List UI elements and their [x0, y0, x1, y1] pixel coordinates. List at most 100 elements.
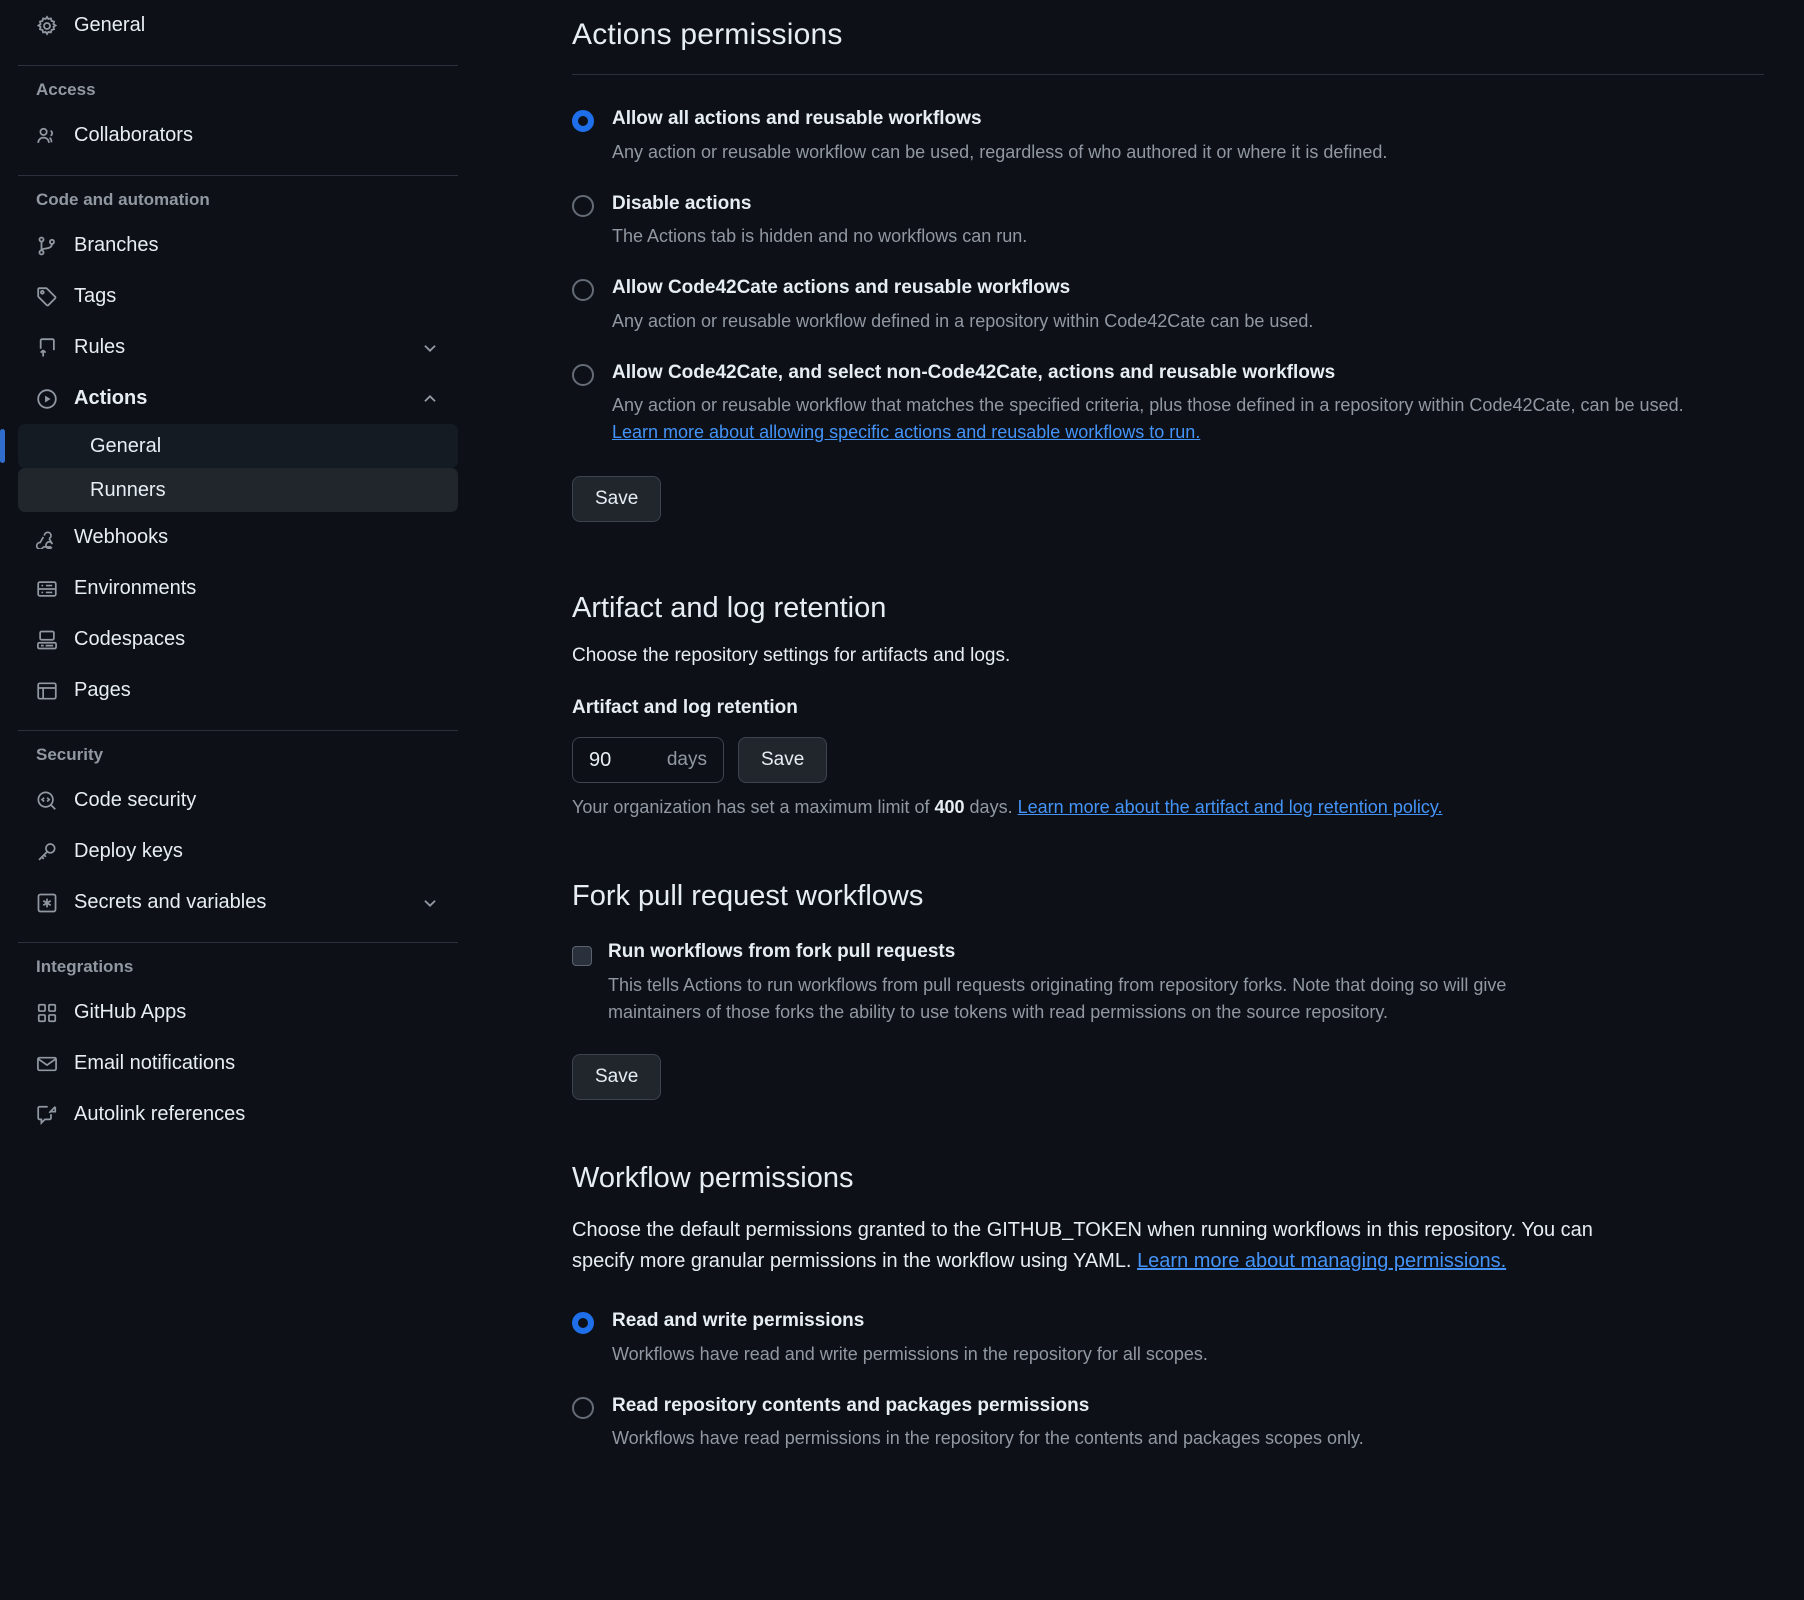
learn-more-retention-policy-link[interactable]: Learn more about the artifact and log re… [1018, 797, 1443, 817]
radio-option-read-write[interactable]: Read and write permissions Workflows hav… [572, 1307, 1764, 1368]
learn-more-managing-permissions-link[interactable]: Learn more about managing permissions. [1137, 1250, 1506, 1272]
sidebar-item-label: Actions [74, 387, 404, 410]
play-circle-icon [36, 388, 58, 410]
gear-icon [36, 15, 58, 37]
retention-hint-middle: days. [965, 797, 1018, 817]
sidebar-item-actions[interactable]: Actions [18, 373, 458, 424]
sidebar-item-actions-runners[interactable]: Runners [18, 468, 458, 512]
sidebar-item-code-security[interactable]: Code security [18, 775, 458, 826]
sidebar-heading-access: Access [18, 80, 520, 100]
rules-icon [36, 337, 58, 359]
radio-read-and-write-permissions[interactable] [572, 1312, 594, 1334]
fork-pr-checkbox-block[interactable]: Run workflows from fork pull requests Th… [572, 941, 1764, 1026]
sidebar-divider [18, 65, 458, 66]
radio-label: Allow all actions and reusable workflows [612, 105, 982, 133]
workflow-permissions-description: Choose the default permissions granted t… [572, 1215, 1632, 1277]
run-workflows-from-fork-checkbox[interactable] [572, 946, 592, 966]
sidebar-item-branches[interactable]: Branches [18, 220, 458, 271]
apps-grid-icon [36, 1002, 58, 1024]
sidebar-item-pages[interactable]: Pages [18, 665, 458, 716]
sidebar-item-label: Rules [74, 336, 404, 359]
sidebar-item-autolink-references[interactable]: Autolink references [18, 1089, 458, 1140]
people-icon [36, 125, 58, 147]
sidebar-item-label: Code security [74, 789, 440, 812]
radio-option-allow-org[interactable]: Allow Code42Cate actions and reusable wo… [572, 274, 1764, 335]
sidebar-item-github-apps[interactable]: GitHub Apps [18, 987, 458, 1038]
radio-option-read-contents-packages[interactable]: Read repository contents and packages pe… [572, 1392, 1764, 1453]
sidebar-item-secrets-and-variables[interactable]: Secrets and variables [18, 877, 458, 928]
retention-days-value: 90 [589, 749, 611, 772]
radio-label: Allow Code42Cate actions and reusable wo… [612, 274, 1070, 302]
sidebar-heading-security: Security [18, 745, 520, 765]
sidebar-top-list: General [18, 0, 520, 51]
sidebar-item-actions-general[interactable]: General [18, 424, 458, 468]
radio-description: Any action or reusable workflow can be u… [612, 139, 1764, 166]
radio-option-disable-actions[interactable]: Disable actions The Actions tab is hidde… [572, 190, 1764, 251]
sidebar-item-environments[interactable]: Environments [18, 563, 458, 614]
radio-description: The Actions tab is hidden and no workflo… [612, 223, 1764, 250]
retention-days-unit: days [667, 749, 707, 771]
learn-more-allowing-specific-actions-link[interactable]: Learn more about allowing specific actio… [612, 422, 1200, 442]
webhook-icon [36, 527, 58, 549]
codespaces-icon [36, 629, 58, 651]
page-title: Actions permissions [572, 18, 1764, 52]
sidebar-item-rules[interactable]: Rules [18, 322, 458, 373]
server-icon [36, 578, 58, 600]
artifact-retention-input-group: 90 days Save [572, 737, 1764, 783]
radio-option-allow-org-and-select[interactable]: Allow Code42Cate, and select non-Code42C… [572, 359, 1764, 447]
sidebar-item-label: Branches [74, 234, 440, 257]
radio-option-allow-all[interactable]: Allow all actions and reusable workflows… [572, 105, 1764, 166]
sidebar-item-label: Secrets and variables [74, 891, 404, 914]
fork-pr-workflows-title: Fork pull request workflows [572, 880, 1764, 913]
retention-days-input[interactable]: 90 days [572, 737, 724, 783]
sidebar-heading-integrations: Integrations [18, 957, 520, 977]
sidebar-item-codespaces[interactable]: Codespaces [18, 614, 458, 665]
sidebar-heading-code-and-automation: Code and automation [18, 190, 520, 210]
chevron-down-icon[interactable] [420, 893, 440, 913]
sidebar-subnav-actions: General Runners [18, 424, 520, 512]
sidebar-item-webhooks[interactable]: Webhooks [18, 512, 458, 563]
artifact-retention-description: Choose the repository settings for artif… [572, 645, 1764, 667]
sidebar-item-email-notifications[interactable]: Email notifications [18, 1038, 458, 1089]
chevron-down-icon[interactable] [420, 338, 440, 358]
sidebar-item-label: Autolink references [74, 1103, 440, 1126]
key-icon [36, 841, 58, 863]
radio-disable-actions[interactable] [572, 195, 594, 217]
save-fork-pr-button[interactable]: Save [572, 1054, 661, 1100]
sidebar-item-label: Webhooks [74, 526, 440, 549]
sidebar-group-code-and-automation: Branches Tags Rules [18, 220, 520, 716]
workflow-permissions-title: Workflow permissions [572, 1162, 1764, 1195]
sidebar-divider [18, 175, 458, 176]
radio-allow-org[interactable] [572, 279, 594, 301]
retention-hint-value: 400 [935, 797, 965, 817]
save-retention-button[interactable]: Save [738, 737, 827, 783]
radio-description: Any action or reusable workflow defined … [612, 308, 1764, 335]
artifact-retention-title: Artifact and log retention [572, 592, 1764, 625]
sidebar-item-label: Email notifications [74, 1052, 440, 1075]
sidebar-group-security: Code security Deploy keys [18, 775, 520, 928]
git-branch-icon [36, 235, 58, 257]
chevron-up-icon[interactable] [420, 389, 440, 409]
sidebar-item-collaborators[interactable]: Collaborators [18, 110, 458, 161]
radio-label: Allow Code42Cate, and select non-Code42C… [612, 359, 1335, 387]
sidebar-item-label: Environments [74, 577, 440, 600]
sidebar-item-label: Collaborators [74, 124, 440, 147]
save-actions-permissions-button[interactable]: Save [572, 476, 661, 522]
radio-read-repository-contents-and-packages[interactable] [572, 1397, 594, 1419]
sidebar-item-label: GitHub Apps [74, 1001, 440, 1024]
sidebar-group-integrations: GitHub Apps Email notifications [18, 987, 520, 1140]
sidebar-item-tags[interactable]: Tags [18, 271, 458, 322]
sidebar-item-label: Codespaces [74, 628, 440, 651]
sidebar-item-deploy-keys[interactable]: Deploy keys [18, 826, 458, 877]
radio-allow-org-and-select[interactable] [572, 364, 594, 386]
radio-allow-all[interactable] [572, 110, 594, 132]
checkbox-description: This tells Actions to run workflows from… [608, 972, 1508, 1026]
sidebar-divider [18, 942, 458, 943]
asterisk-box-icon [36, 892, 58, 914]
settings-main: Actions permissions Allow all actions an… [520, 0, 1804, 1600]
retention-limit-hint: Your organization has set a maximum limi… [572, 797, 1764, 818]
sidebar-item-label: General [74, 14, 440, 37]
sidebar-item-label: Pages [74, 679, 440, 702]
sidebar-item-general[interactable]: General [18, 0, 458, 51]
sidebar-subitem-label: Runners [90, 479, 166, 502]
